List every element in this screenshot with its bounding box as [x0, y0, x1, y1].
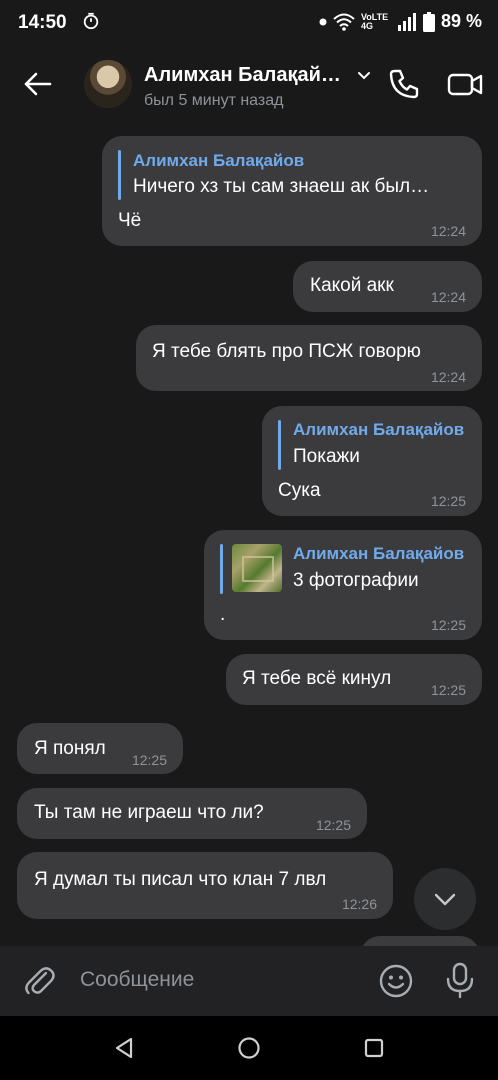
- chevron-down-icon: [434, 893, 456, 906]
- message-time: 12:24: [430, 223, 466, 239]
- message-time: 12:25: [315, 817, 351, 833]
- message-time: 12:24: [430, 369, 466, 385]
- battery-percent: 89 %: [440, 11, 482, 31]
- paperclip-icon[interactable]: [22, 963, 58, 999]
- reply-text[interactable]: Покажи: [293, 446, 360, 468]
- last-seen-status: был 5 минут назад: [144, 92, 284, 109]
- reply-bar: [278, 420, 281, 470]
- wifi-icon: [333, 13, 355, 31]
- message-bubble-m7[interactable]: Я понял 12:25: [17, 723, 183, 774]
- message-bubble-m3[interactable]: Я тебе блять про ПСЖ говорю 12:24: [136, 325, 482, 391]
- message-bubble-m8[interactable]: Ты там не играеш что ли? 12:25: [17, 788, 367, 839]
- message-text: Чё: [118, 210, 142, 231]
- message-bubble-m2[interactable]: Какой акк 12:24: [293, 261, 482, 312]
- network-label: VoLTE 4G: [360, 11, 389, 31]
- message-bubble-m4[interactable]: Алимхан Балақайов Покажи Сука 12:25: [262, 406, 482, 516]
- status-time: 14:50: [18, 12, 67, 33]
- video-camera-icon[interactable]: [446, 66, 484, 102]
- message-bubble-m1[interactable]: Алимхан Балақайов Ничего хз ты сам знаеш…: [102, 136, 482, 246]
- message-time: 12:26: [341, 896, 377, 912]
- message-bubble-m5[interactable]: Алимхан Балақайов 3 фотографии . 12:25: [204, 530, 482, 640]
- message-text: Я понял: [34, 738, 106, 759]
- message-text: Я тебе блять про ПСЖ говорю: [152, 341, 421, 362]
- photo-thumbnail[interactable]: [232, 544, 282, 592]
- message-time: 12:25: [430, 682, 466, 698]
- reply-author[interactable]: Алимхан Балақайов: [293, 420, 464, 440]
- reply-text[interactable]: 3 фотографии: [293, 570, 419, 592]
- message-time: 12:25: [131, 752, 167, 768]
- message-text: Я тебе всё кинул: [242, 668, 392, 689]
- message-time: 12:24: [430, 289, 466, 305]
- message-text: Сука: [278, 480, 321, 501]
- dot-icon: [319, 18, 327, 25]
- contact-avatar[interactable]: [84, 60, 132, 108]
- phone-icon[interactable]: [386, 66, 422, 102]
- back-arrow-icon[interactable]: [20, 66, 56, 102]
- battery-icon: [422, 11, 435, 32]
- chat-header: Алимхан Балақай… был 5 минут назад: [0, 44, 498, 124]
- message-bubble-m9[interactable]: Я думал ты писал что клан 7 лвл 12:26: [17, 852, 393, 919]
- reply-bar: [220, 544, 223, 594]
- message-text: Какой акк: [310, 275, 394, 296]
- message-input[interactable]: Сообщение: [80, 968, 194, 992]
- back-triangle-icon[interactable]: [112, 1036, 136, 1060]
- reply-author[interactable]: Алимхан Балақайов: [133, 151, 304, 171]
- message-text: Я думал ты писал что клан 7 лвл: [34, 869, 327, 890]
- microphone-icon[interactable]: [442, 961, 478, 999]
- contact-name[interactable]: Алимхан Балақай…: [144, 64, 341, 87]
- status-bar: 14:50 VoLTE 4G 89 %: [0, 0, 498, 44]
- recents-square-icon[interactable]: [362, 1036, 386, 1060]
- signal-icon: [397, 12, 416, 31]
- timer-icon: [83, 12, 99, 30]
- system-nav-bar: [0, 1016, 498, 1080]
- emoji-icon[interactable]: [378, 963, 414, 999]
- reply-text[interactable]: Ничего хз ты сам знаеш ак был…: [133, 176, 429, 198]
- chevron-down-icon[interactable]: [356, 68, 372, 84]
- message-time: 12:25: [430, 617, 466, 633]
- reply-author[interactable]: Алимхан Балақайов: [293, 544, 464, 564]
- message-text: .: [220, 604, 226, 625]
- message-bubble-m6[interactable]: Я тебе всё кинул 12:25: [226, 654, 482, 705]
- message-text: Ты там не играеш что ли?: [34, 802, 264, 823]
- home-circle-icon[interactable]: [237, 1036, 261, 1060]
- reply-bar: [118, 150, 121, 200]
- message-time: 12:25: [430, 493, 466, 509]
- scroll-to-bottom-button[interactable]: [414, 868, 476, 930]
- message-composer: Сообщение: [0, 946, 498, 1016]
